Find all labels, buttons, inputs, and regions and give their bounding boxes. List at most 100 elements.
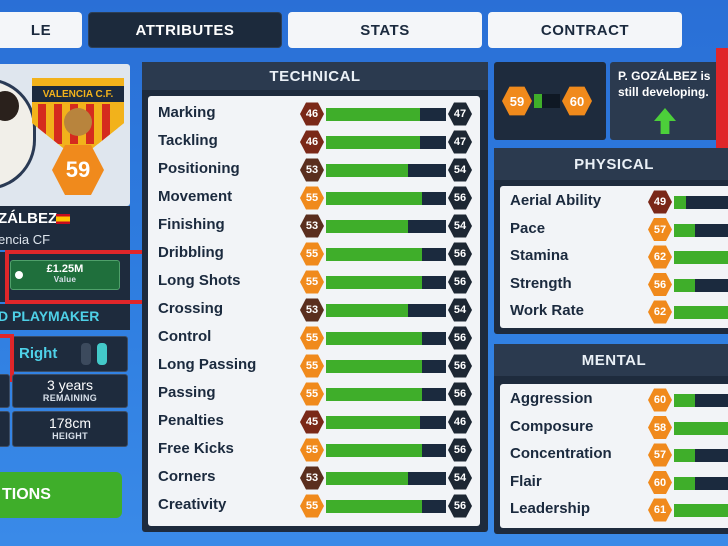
physical-title: PHYSICAL <box>494 148 728 180</box>
attribute-value: 46 <box>300 102 324 126</box>
current-rating: 59 <box>502 86 532 116</box>
contract-card: 3 years REMAINING <box>12 374 128 408</box>
attribute-potential: 56 <box>448 242 472 266</box>
attribute-bar-fill <box>674 306 728 319</box>
attribute-bar-fill <box>326 136 420 149</box>
attribute-name: Free Kicks <box>158 440 234 457</box>
attribute-name: Crossing <box>158 300 224 317</box>
attribute-bar <box>674 306 728 319</box>
player-height: 178cm <box>48 415 92 431</box>
tab-contract[interactable]: CONTRACT <box>488 12 682 48</box>
attribute-bar-fill <box>326 416 420 429</box>
attribute-bar <box>674 196 728 209</box>
attribute-name: Corners <box>158 468 216 485</box>
height-card: 178cm HEIGHT <box>12 411 128 447</box>
technical-title: TECHNICAL <box>142 62 488 90</box>
physical-panel: PHYSICAL Aerial Ability 49 Pace 57 Stamina 62… <box>494 148 728 334</box>
attribute-bar-fill <box>674 394 695 407</box>
attribute-name: Dribbling <box>158 244 224 261</box>
mental-panel: MENTAL Aggression 60 Composure 58 Concentrat… <box>494 344 728 534</box>
attribute-bar-fill <box>326 276 422 289</box>
technical-row: Penalties 45 46 <box>148 408 480 436</box>
potential-rating: 60 <box>562 86 592 116</box>
technical-row: Free Kicks 55 56 <box>148 436 480 464</box>
physical-row: Stamina 62 <box>500 243 728 271</box>
attribute-name: Flair <box>510 472 542 490</box>
club-crest-text: VALENCIA C.F. <box>42 88 114 100</box>
boots-icon <box>81 343 91 365</box>
player-name-strip: ZÁLBEZ encia CF <box>0 206 130 250</box>
attribute-name: Pace <box>510 219 546 237</box>
attribute-potential: 47 <box>448 102 472 126</box>
attribute-bar-fill <box>674 251 728 264</box>
player-portrait <box>0 78 36 190</box>
attribute-value: 53 <box>300 466 324 490</box>
player-club: encia CF <box>0 232 51 247</box>
physical-row: Pace 57 <box>500 216 728 244</box>
contract-label: REMAINING <box>42 393 98 403</box>
attribute-bar <box>326 136 446 149</box>
attribute-value: 60 <box>648 470 672 495</box>
attribute-name: Strength <box>510 274 572 292</box>
attribute-bar-fill <box>674 196 686 209</box>
attribute-potential: 56 <box>448 270 472 294</box>
attribute-bar <box>326 332 446 345</box>
attribute-potential: 46 <box>448 410 472 434</box>
technical-row: Finishing 53 54 <box>148 212 480 240</box>
attribute-bar <box>326 444 446 457</box>
technical-row: Tackling 46 47 <box>148 128 480 156</box>
attribute-bar-fill <box>674 504 728 517</box>
physical-row: Aerial Ability 49 <box>500 188 728 216</box>
attribute-potential: 54 <box>448 158 472 182</box>
attribute-value: 61 <box>648 498 672 522</box>
technical-row: Crossing 53 54 <box>148 296 480 324</box>
technical-row: Corners 53 54 <box>148 464 480 492</box>
role-strip: D PLAYMAKER <box>0 304 130 330</box>
attribute-bar-fill <box>326 164 408 177</box>
attribute-bar-fill <box>326 500 422 513</box>
attribute-bar-fill <box>326 332 422 345</box>
attribute-name: Aggression <box>510 390 593 407</box>
attribute-bar-fill <box>326 108 420 121</box>
attribute-name: Penalties <box>158 412 224 429</box>
attribute-value: 55 <box>300 270 324 294</box>
mental-row: Leadership 61 <box>500 496 728 524</box>
attribute-value: 55 <box>300 326 324 350</box>
mental-row: Aggression 60 <box>500 386 728 414</box>
tab-stats[interactable]: STATS <box>288 12 482 48</box>
attribute-bar-fill <box>326 444 422 457</box>
attribute-bar <box>674 449 728 462</box>
attribute-bar <box>326 416 446 429</box>
actions-button[interactable]: TIONS <box>0 472 122 518</box>
attribute-potential: 56 <box>448 186 472 210</box>
attribute-potential: 56 <box>448 438 472 462</box>
mental-row: Flair 60 <box>500 469 728 497</box>
attribute-name: Passing <box>158 384 216 401</box>
attribute-name: Leadership <box>510 500 591 517</box>
preferred-foot: Right <box>19 345 58 362</box>
attribute-value: 55 <box>300 354 324 378</box>
attribute-bar-fill <box>326 304 408 317</box>
attribute-name: Aerial Ability <box>510 192 602 209</box>
attribute-value: 60 <box>648 388 672 412</box>
attribute-bar <box>326 304 446 317</box>
attribute-bar-fill <box>326 360 422 373</box>
technical-row: Positioning 53 54 <box>148 156 480 184</box>
attribute-value: 55 <box>300 438 324 462</box>
attribute-value: 56 <box>648 272 672 297</box>
attribute-bar <box>326 276 446 289</box>
mental-row: Concentration 57 <box>500 441 728 469</box>
attribute-value: 53 <box>300 158 324 182</box>
attribute-bar <box>674 251 728 264</box>
attribute-name: Tackling <box>158 132 218 149</box>
attribute-value: 49 <box>648 190 672 214</box>
tab-attributes[interactable]: ATTRIBUTES <box>88 12 282 48</box>
attribute-name: Long Passing <box>158 356 257 373</box>
attribute-bar <box>326 472 446 485</box>
tab-profile[interactable]: LE <box>0 12 82 48</box>
boots-icon-right <box>97 343 107 365</box>
attribute-bar <box>326 388 446 401</box>
attribute-name: Concentration <box>510 445 612 462</box>
technical-row: Dribbling 55 56 <box>148 240 480 268</box>
technical-panel: TECHNICAL Marking 46 47 Tackling 46 47 Positio… <box>142 62 488 532</box>
